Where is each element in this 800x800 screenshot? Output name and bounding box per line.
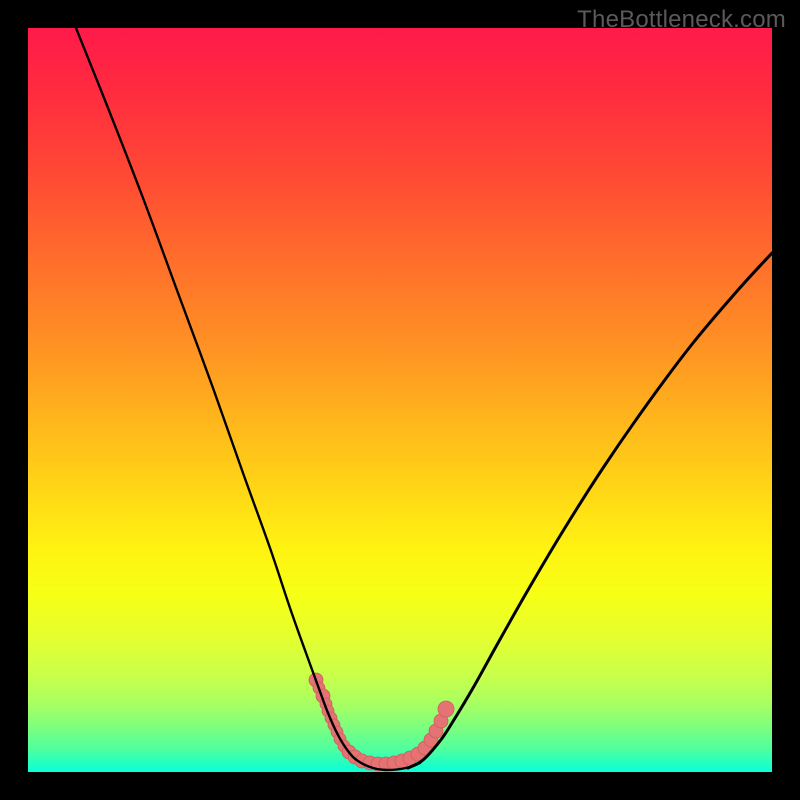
chart-frame: TheBottleneck.com: [0, 0, 800, 800]
data-marker: [438, 701, 454, 717]
plot-area: [28, 28, 772, 772]
right-curve: [408, 253, 772, 768]
curves-svg: [28, 28, 772, 772]
left-curve: [76, 28, 420, 770]
